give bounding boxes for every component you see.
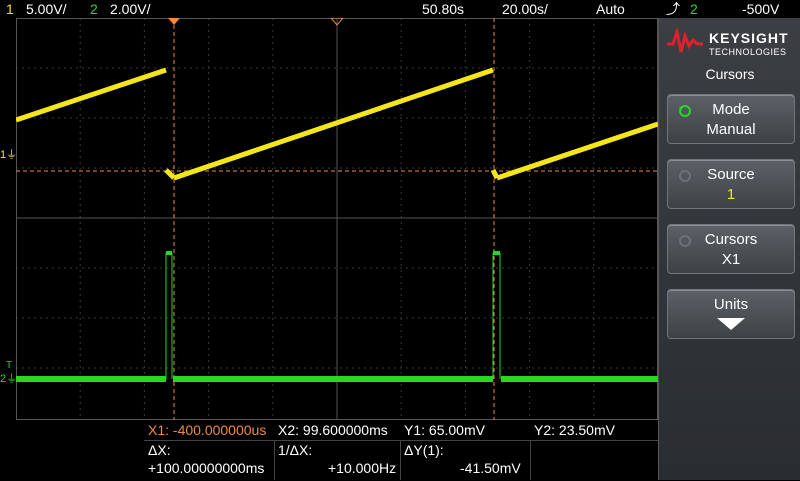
- mode-value: Manual: [706, 121, 756, 138]
- trigger-level[interactable]: -500V: [742, 0, 779, 18]
- cursors-softkey[interactable]: Cursors X1: [667, 224, 795, 274]
- readout-dy-value: -41.50mV: [460, 460, 521, 476]
- logo-line2: TECHNOLOGIES: [709, 47, 787, 57]
- source-value: 1: [726, 186, 736, 203]
- timebase[interactable]: 20.00s/: [502, 0, 548, 18]
- status-bar: 1 5.00V/ 2 2.00V/ 50.80s 20.00s/ Auto: [0, 0, 660, 18]
- trigger-status: ⤴ 2 -500V: [660, 0, 800, 18]
- ch1-ground-marker[interactable]: 1⏚: [0, 146, 17, 162]
- source-label: Source: [707, 166, 755, 183]
- softkey-panel: KEYSIGHT TECHNOLOGIES Cursors Mode Manua…: [658, 18, 800, 480]
- logo-line1: KEYSIGHT: [709, 30, 789, 46]
- time-reference[interactable]: 50.80s: [422, 0, 464, 18]
- source-softkey[interactable]: Source 1: [667, 159, 795, 209]
- waveform-display[interactable]: [16, 18, 658, 420]
- units-softkey[interactable]: Units: [667, 289, 795, 339]
- ch1-number[interactable]: 1: [6, 0, 14, 18]
- readout-dx-value: +100.00000000ms: [148, 460, 265, 476]
- ch2-scale[interactable]: 2.00V/: [110, 0, 150, 18]
- submenu-arrow-icon: [717, 318, 745, 330]
- readout-inv-dx-label: 1/ΔX:: [278, 442, 313, 458]
- cursors-value: X1: [721, 251, 741, 268]
- ch2-number[interactable]: 2: [90, 0, 98, 18]
- mode-label: Mode: [712, 101, 750, 118]
- readout-dy-label: ΔY(1):: [404, 442, 444, 458]
- readout-inv-dx-value: +10.000Hz: [328, 460, 397, 476]
- ground-icon: ⏚: [6, 149, 18, 161]
- cursor-x1-marker: [168, 18, 180, 25]
- menu-title: Cursors: [705, 66, 755, 82]
- readout-dx-label: ΔX:: [148, 442, 171, 458]
- ch2-ground-marker[interactable]: 2⏚: [0, 370, 17, 386]
- cursor-readout: X1: -400.000000us X2: 99.600000ms Y1: 65…: [0, 420, 658, 480]
- cursors-label: Cursors: [704, 231, 758, 248]
- ch1-scale[interactable]: 5.00V/: [26, 0, 66, 18]
- keysight-wave-icon: [667, 28, 703, 53]
- graticule-and-traces: [16, 18, 658, 420]
- mode-softkey[interactable]: Mode Manual: [667, 94, 795, 144]
- readout-x1: X1: -400.000000us: [148, 422, 267, 438]
- readout-x2: X2: 99.600000ms: [278, 422, 388, 438]
- readout-y1: Y1: 65.00mV: [404, 422, 485, 438]
- units-label: Units: [713, 296, 749, 313]
- trigger-source[interactable]: 2: [690, 0, 698, 18]
- trigger-mode[interactable]: Auto: [596, 0, 625, 18]
- trigger-edge-icon: ⤴: [666, 1, 680, 17]
- ground-icon: ⏚: [6, 373, 18, 385]
- readout-y2: Y2: 23.50mV: [534, 422, 615, 438]
- keysight-logo: KEYSIGHT TECHNOLOGIES: [665, 22, 795, 62]
